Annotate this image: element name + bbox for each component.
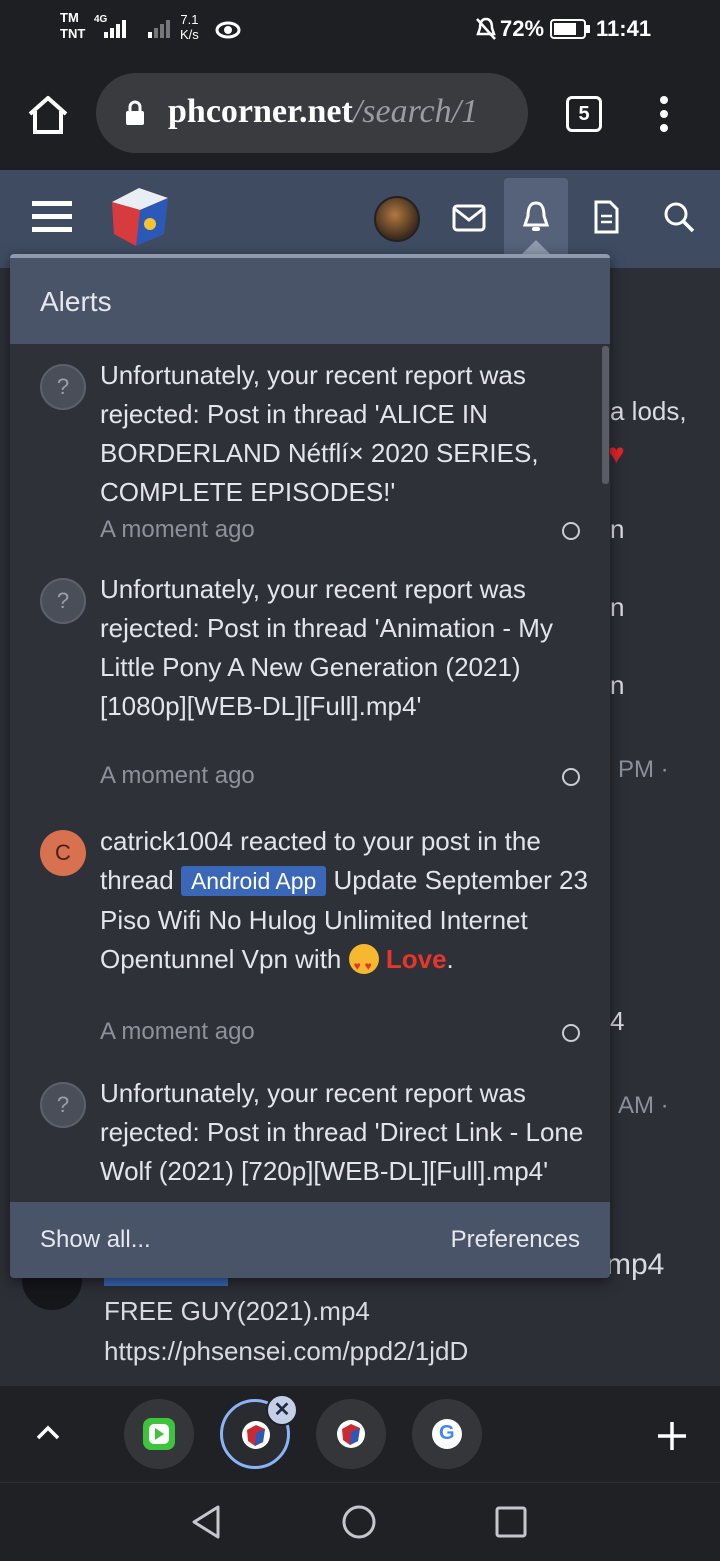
prefix-label[interactable]: Android App (180, 866, 327, 896)
alerts-list[interactable]: ? Unfortunately, your recent report was … (10, 344, 610, 1202)
unknown-avatar: ? (40, 364, 86, 410)
google-icon: G (432, 1419, 462, 1449)
alerts-title: Alerts (40, 286, 112, 317)
unknown-avatar: ? (40, 578, 86, 624)
bell-icon[interactable] (520, 200, 552, 234)
reaction-label: Love (385, 944, 447, 974)
tab-strip: ✕ G (0, 1386, 720, 1482)
alerts-footer: Show all... Preferences (10, 1202, 610, 1278)
alert-item[interactable]: ? Unfortunately, your recent report was … (10, 566, 610, 816)
mark-read-icon[interactable] (562, 1024, 580, 1042)
clock: 11:41 (596, 16, 652, 41)
battery-percent: 72% (500, 16, 545, 41)
tab-thumbnail[interactable]: G (412, 1399, 482, 1469)
eye-icon (215, 21, 241, 39)
home-icon[interactable] (26, 94, 70, 136)
address-bar[interactable]: phcorner.net/search/1 (96, 73, 528, 153)
alert-text[interactable]: Unfortunately, your recent report was re… (100, 1074, 590, 1191)
network-speed: 7.1 K/s (180, 12, 199, 42)
browser-toolbar: phcorner.net/search/1 5 (0, 58, 720, 170)
document-icon[interactable] (592, 200, 620, 234)
carrier-bottom: TNT (60, 26, 86, 41)
bg-text: n (610, 514, 625, 544)
lock-icon[interactable] (124, 99, 146, 127)
user-avatar-c[interactable]: C (40, 830, 86, 876)
home-nav-icon[interactable] (340, 1503, 378, 1541)
system-nav-bar (0, 1482, 720, 1561)
more-menu-icon[interactable] (654, 94, 674, 134)
signal-icon-2 (148, 20, 170, 38)
alert-text[interactable]: Unfortunately, your recent report was re… (100, 356, 590, 512)
alerts-panel: Alerts ? Unfortunately, your recent repo… (10, 254, 610, 1278)
site-favicon (242, 1421, 270, 1449)
status-bar: TM TNT 4G 7.1 K/s 72% 11:41 (0, 0, 720, 58)
bg-text: n (610, 670, 625, 700)
carrier-label: TM TNT (60, 10, 85, 42)
alert-text[interactable]: Unfortunately, your recent report was re… (100, 570, 590, 726)
unknown-avatar: ? (40, 1082, 86, 1128)
alert-item[interactable]: ? Unfortunately, your recent report was … (10, 352, 610, 562)
alert-item[interactable]: ? Unfortunately, your recent report was … (10, 1070, 610, 1202)
tab-thumbnail[interactable] (316, 1399, 386, 1469)
speed-value: 7.1 (180, 12, 199, 27)
alert-item[interactable]: C catrick1004 reacted to your post in th… (10, 818, 610, 1068)
bg-text: 4 (610, 1006, 625, 1036)
bg-text: FREE GUY(2021).mp4 (104, 1296, 370, 1326)
love-emoji-icon (348, 944, 379, 986)
inbox-icon[interactable] (452, 204, 486, 232)
bg-meta: AM · (618, 1092, 669, 1119)
period: . (446, 944, 454, 974)
url-text[interactable]: phcorner.net/search/1 (168, 93, 478, 131)
panel-pointer (522, 240, 550, 254)
show-all-link[interactable]: Show all... (40, 1226, 151, 1254)
search-icon[interactable] (662, 200, 696, 234)
bg-text: mp4 (606, 1248, 665, 1281)
alert-time: A moment ago (100, 762, 255, 789)
new-tab-icon[interactable] (656, 1420, 688, 1452)
bg-meta: PM · (618, 756, 669, 783)
signal-icon (104, 20, 126, 38)
carrier-top: TM (60, 10, 79, 25)
alert-time: A moment ago (100, 516, 255, 543)
bg-link[interactable]: https://phsensei.com/ppd2/1jdD (104, 1336, 468, 1367)
site-favicon (337, 1420, 365, 1448)
mute-bell-icon (476, 17, 496, 40)
close-tab-icon[interactable]: ✕ (266, 1394, 298, 1426)
preferences-link[interactable]: Preferences (451, 1226, 580, 1254)
alert-text[interactable]: catrick1004 reacted to your post in the … (100, 822, 590, 986)
speed-unit: K/s (180, 27, 199, 42)
bg-text: n (610, 592, 625, 622)
heart-icon: ♥ (608, 438, 625, 469)
play-triangle (155, 1428, 164, 1440)
user-avatar[interactable] (374, 196, 420, 242)
back-icon[interactable] (188, 1503, 224, 1541)
url-path: /search/1 (352, 93, 479, 130)
mark-read-icon[interactable] (562, 768, 580, 786)
scrollbar[interactable] (602, 346, 609, 484)
alert-text-after[interactable]: Update September 23 Piso Wifi No Hulog U… (100, 865, 588, 974)
tab-switcher-button[interactable]: 5 (566, 96, 602, 132)
recents-icon[interactable] (494, 1505, 528, 1539)
tab-thumbnail[interactable] (124, 1399, 194, 1469)
battery-icon (550, 19, 590, 39)
mark-read-icon[interactable] (562, 522, 580, 540)
google-g: G (439, 1422, 455, 1444)
site-logo[interactable] (106, 184, 172, 250)
menu-icon[interactable] (30, 198, 74, 236)
chevron-up-icon[interactable] (34, 1422, 62, 1442)
bg-text: a lods, (610, 396, 687, 426)
alert-time: A moment ago (100, 1018, 255, 1045)
url-host: phcorner.net (168, 93, 353, 130)
alerts-header: Alerts (10, 254, 610, 344)
play-app-icon (143, 1418, 175, 1450)
